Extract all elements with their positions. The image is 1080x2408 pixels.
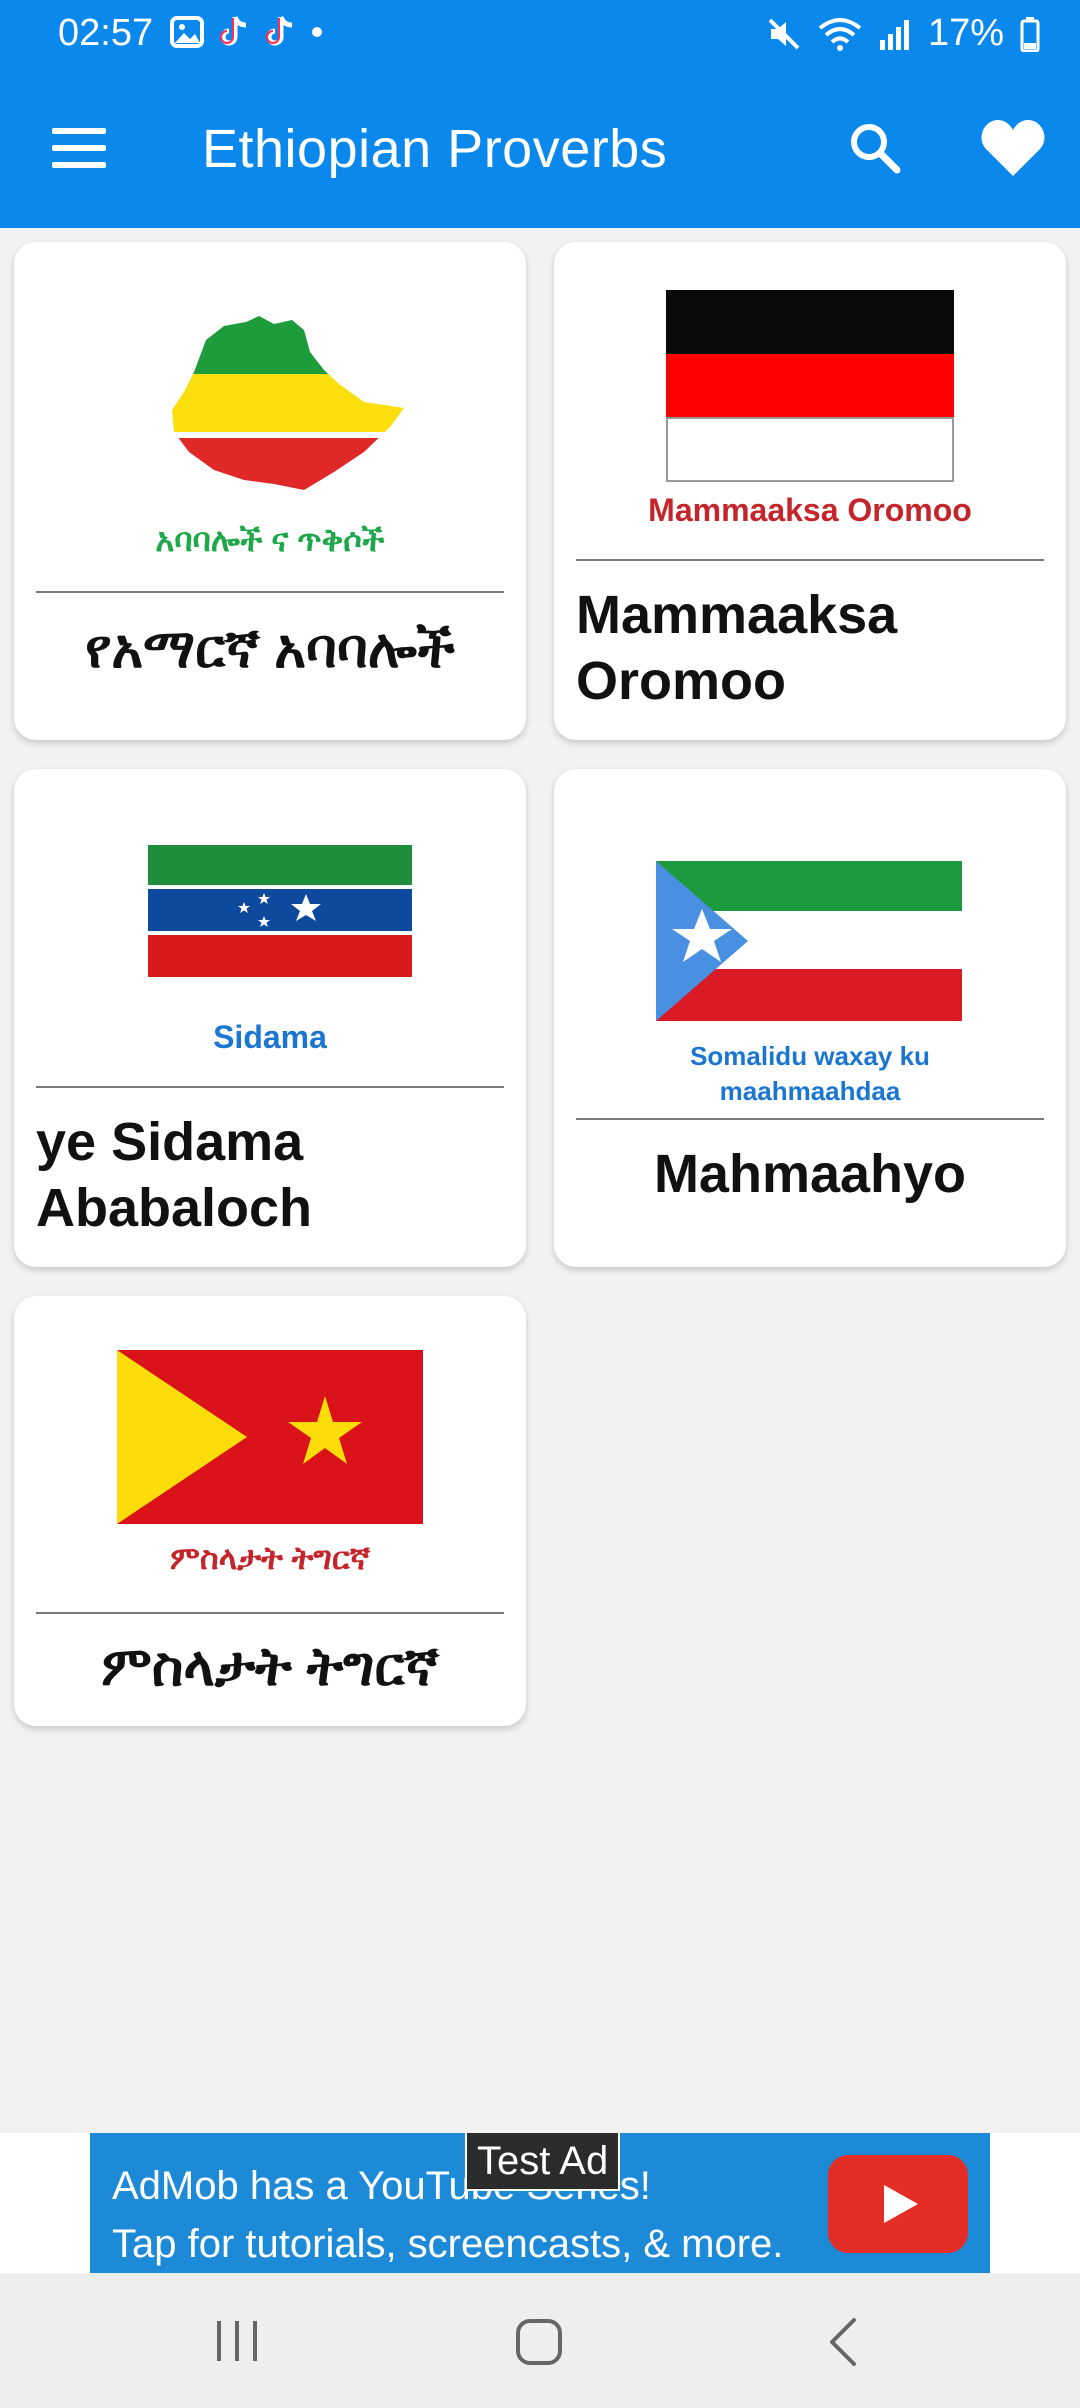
app-bar: 02:57 17% Ethiopian Proverbs	[0, 0, 1080, 228]
category-card-somali[interactable]: Somalidu waxay ku maahmaahdaa Mahmaahyo	[554, 769, 1066, 1267]
card-title: ye Sidama Ababaloch	[36, 1112, 313, 1238]
ad-text: AdMob has a YouTube Series! Tap for tuto…	[112, 2157, 783, 2273]
back-icon[interactable]	[826, 2317, 860, 2367]
card-image-caption-line2: maahmaahdaa	[719, 1076, 901, 1106]
card-image-caption: Sidama	[213, 1019, 327, 1055]
wifi-icon	[818, 17, 862, 51]
tiktok-icon	[266, 16, 293, 46]
somali-region-flag-image	[656, 861, 962, 1021]
home-icon[interactable]	[515, 2318, 563, 2366]
mute-icon	[768, 18, 800, 49]
card-title: የአማርኛ አባባሎች	[85, 619, 455, 679]
battery-icon	[1020, 16, 1040, 52]
youtube-play-icon	[828, 2155, 968, 2253]
sidama-flag-image	[148, 845, 412, 977]
status-time: 02:57	[58, 12, 154, 54]
ad-line-2: Tap for tutorials, screencasts, & more.	[112, 2222, 784, 2266]
tiktok-icon	[220, 16, 247, 46]
tigray-flag-image	[117, 1350, 423, 1524]
card-divider	[36, 591, 504, 593]
system-nav-bar	[0, 2273, 1080, 2408]
test-ad-label: Test Ad	[465, 2133, 621, 2191]
card-image-caption: አባባሎች ና ጥቅሶች	[155, 522, 385, 558]
category-card-oromoo[interactable]: Mammaaksa Oromoo Mammaaksa Oromoo	[554, 242, 1066, 740]
heart-icon[interactable]	[980, 118, 1046, 178]
card-title: Mahmaahyo	[653, 1144, 967, 1204]
ad-container: AdMob has a YouTube Series! Tap for tuto…	[0, 2133, 1080, 2273]
battery-percent: 17%	[927, 12, 1004, 54]
page-title: Ethiopian Proverbs	[202, 119, 668, 179]
dot-icon	[312, 27, 322, 37]
oromo-flag-image	[666, 290, 954, 482]
recent-apps-icon[interactable]	[212, 2319, 262, 2363]
card-image-caption-line1: Somalidu waxay ku	[690, 1041, 930, 1071]
card-divider	[576, 1118, 1044, 1120]
signal-icon	[879, 19, 909, 50]
card-divider	[36, 1086, 504, 1088]
category-card-sidama[interactable]: Sidama ye Sidama Ababaloch	[14, 769, 526, 1267]
card-image-caption: Mammaaksa Oromoo	[648, 492, 972, 528]
card-image-caption: ምስላታት ትግርኛ	[170, 1540, 370, 1576]
status-bar: 02:57 17%	[0, 0, 1080, 70]
gallery-icon	[170, 16, 204, 48]
card-title: ምስላታት ትግርኛ	[101, 1637, 439, 1697]
card-title: Mammaaksa Oromoo	[576, 585, 898, 711]
card-divider	[36, 1612, 504, 1614]
hamburger-menu-icon[interactable]	[52, 128, 106, 168]
category-card-tigrinya[interactable]: ምስላታት ትግርኛ ምስላታት ትግርኛ	[14, 1296, 526, 1726]
ad-banner[interactable]: AdMob has a YouTube Series! Tap for tuto…	[90, 2133, 990, 2273]
card-divider	[576, 559, 1044, 561]
category-card-amharic[interactable]: አባባሎች ና ጥቅሶች የአማርኛ አባባሎች	[14, 242, 526, 740]
search-icon[interactable]	[845, 118, 905, 178]
ad-line-1: AdMob has a YouTube Series!	[112, 2164, 651, 2208]
ethiopia-map-image	[172, 316, 404, 490]
